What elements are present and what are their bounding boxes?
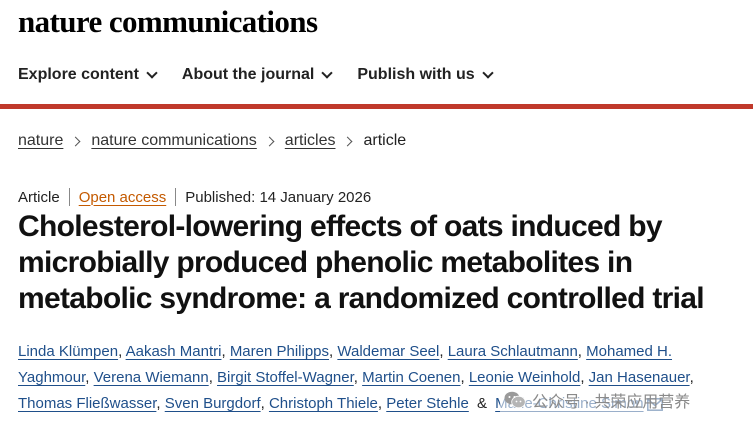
author-link[interactable]: Jan Hasenauer bbox=[589, 369, 690, 386]
author-link[interactable]: Aakash Mantri bbox=[126, 343, 222, 360]
author-ampersand: & bbox=[476, 395, 487, 412]
header-divider bbox=[0, 104, 753, 109]
author-link[interactable]: Maren Philipps bbox=[230, 343, 329, 360]
article-meta: Article Open access Published: 14 Januar… bbox=[18, 188, 371, 206]
author-link[interactable]: Christoph Thiele bbox=[269, 395, 378, 412]
breadcrumb-link-journal[interactable]: nature communications bbox=[91, 132, 256, 150]
nav-about-journal[interactable]: About the journal bbox=[181, 66, 334, 84]
article-type: Article bbox=[18, 188, 60, 206]
author-link[interactable]: Birgit Stoffel-Wagner bbox=[217, 369, 354, 386]
author-link[interactable]: Peter Stehle bbox=[386, 395, 469, 412]
author-link[interactable]: Sven Burgdorf bbox=[165, 395, 261, 412]
author-link[interactable]: Linda Klümpen bbox=[18, 343, 118, 360]
breadcrumb-link-articles[interactable]: articles bbox=[285, 132, 336, 150]
article-title: Cholesterol-lowering effects of oats ind… bbox=[18, 210, 705, 315]
nav-item-label: Publish with us bbox=[357, 66, 475, 83]
open-access-link[interactable]: Open access bbox=[79, 189, 167, 206]
chevron-right-icon bbox=[264, 136, 275, 146]
chevron-down-icon bbox=[482, 66, 494, 79]
chevron-down-icon bbox=[321, 66, 334, 79]
watermark: 公众号 · 共荣应用营养 bbox=[500, 386, 695, 414]
nav-publish-with-us[interactable]: Publish with us bbox=[357, 66, 494, 84]
meta-divider bbox=[175, 188, 177, 206]
published-date: Published: 14 January 2026 bbox=[185, 188, 372, 206]
journal-logo[interactable]: nature communications bbox=[18, 4, 318, 40]
author-link[interactable]: Waldemar Seel bbox=[337, 343, 439, 360]
watermark-text: 公众号 · 共荣应用营养 bbox=[532, 394, 691, 411]
breadcrumb-current: article bbox=[363, 132, 407, 149]
nav-item-label: Explore content bbox=[18, 66, 139, 83]
wechat-icon bbox=[504, 391, 526, 409]
author-link[interactable]: Thomas Fließwasser bbox=[18, 395, 156, 412]
nav-item-label: About the journal bbox=[181, 66, 315, 83]
author-link[interactable]: Martin Coenen bbox=[362, 369, 460, 386]
masthead: nature communications bbox=[18, 4, 318, 40]
main-nav: Explore content About the journal Publis… bbox=[18, 66, 494, 84]
chevron-right-icon bbox=[343, 136, 353, 146]
breadcrumb: nature nature communications articles ar… bbox=[18, 132, 406, 150]
author-link[interactable]: Laura Schlautmann bbox=[448, 343, 578, 360]
nav-explore-content[interactable]: Explore content bbox=[18, 66, 158, 84]
author-link[interactable]: Verena Wiemann bbox=[94, 369, 209, 386]
chevron-down-icon bbox=[146, 66, 158, 79]
meta-divider bbox=[68, 188, 70, 206]
author-link[interactable]: Leonie Weinhold bbox=[469, 369, 580, 386]
chevron-right-icon bbox=[70, 136, 81, 146]
breadcrumb-link-nature[interactable]: nature bbox=[18, 132, 63, 150]
